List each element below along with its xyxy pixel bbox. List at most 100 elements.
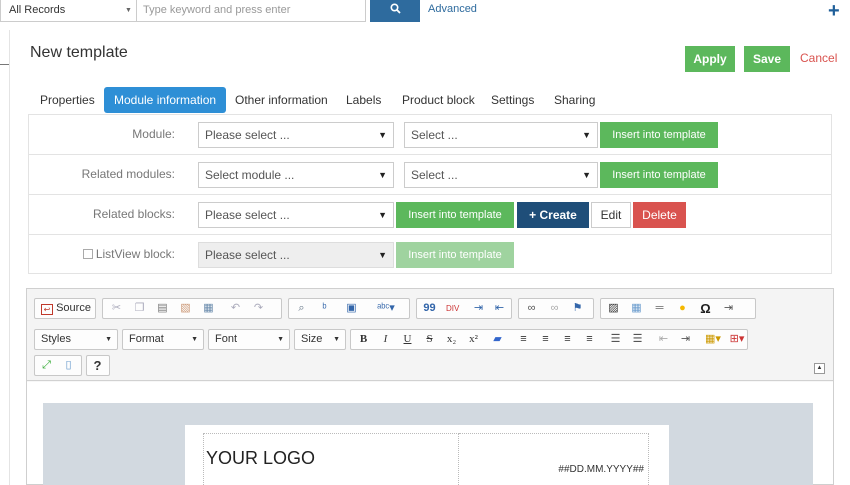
paste-word-icon[interactable]: ▦ <box>202 302 215 315</box>
paste-text-icon[interactable]: ▧ <box>179 302 192 315</box>
size-dropdown[interactable]: Size ▼ <box>294 329 346 350</box>
tab-module-information[interactable]: Module information <box>104 87 227 113</box>
search-button[interactable] <box>370 0 420 22</box>
smiley-icon[interactable]: ● <box>676 302 689 315</box>
apply-button[interactable]: Apply <box>685 46 735 72</box>
tab-product-block[interactable]: Product block <box>402 87 475 113</box>
tab-other-information[interactable]: Other information <box>235 87 328 113</box>
editor-content[interactable]: YOUR LOGO ##DD.MM.YYYY## <box>27 382 833 485</box>
redo-icon[interactable]: ↷ <box>252 302 265 315</box>
save-button[interactable]: Save <box>744 46 790 72</box>
link-icon[interactable]: ∞ <box>525 302 538 315</box>
source-label: Source <box>56 302 91 314</box>
insert-group: ▨ ▦ ═ ● Ω ⇥ <box>600 298 756 319</box>
align-justify-icon[interactable]: ≡ <box>583 333 596 346</box>
delete-block-button[interactable]: Delete <box>633 202 686 228</box>
indent-icon[interactable]: ⇥ <box>679 333 692 346</box>
font-dropdown[interactable]: Font ▼ <box>208 329 290 350</box>
text-color-icon[interactable]: ▦▾ <box>703 333 723 346</box>
help-icon[interactable]: ? <box>91 359 104 372</box>
tab-settings[interactable]: Settings <box>491 87 534 113</box>
strikethrough-icon[interactable]: S <box>423 333 436 346</box>
logo-cell[interactable]: YOUR LOGO <box>203 433 459 485</box>
related-field-select[interactable]: Select ... ▼ <box>404 162 598 188</box>
source-button[interactable]: ↩ Source <box>37 299 95 318</box>
superscript-icon[interactable]: x² <box>467 333 480 346</box>
related-module-select-value: Select module ... <box>205 168 295 182</box>
insert-related-block-button[interactable]: Insert into template <box>396 202 514 228</box>
module-select[interactable]: Please select ... ▼ <box>198 122 394 148</box>
show-blocks-icon[interactable]: ▯ <box>62 359 75 372</box>
numbered-list-icon[interactable]: ☰ <box>609 333 622 346</box>
quote-group: 99 DIV ⇥ ⇤ <box>416 298 512 319</box>
special-char-icon[interactable]: Ω <box>699 302 712 315</box>
unlink-icon[interactable]: ∞ <box>548 302 561 315</box>
bold-icon[interactable]: B <box>357 333 370 346</box>
tab-labels[interactable]: Labels <box>346 87 381 113</box>
bulleted-list-icon[interactable]: ☰ <box>631 333 644 346</box>
maximize-icon[interactable]: ⤢ <box>40 359 53 372</box>
horizontal-line-icon[interactable]: ═ <box>653 302 666 315</box>
related-modules-row: Related modules: Select module ... ▼ Sel… <box>29 155 831 195</box>
outdent-icon[interactable]: ⇤ <box>657 333 670 346</box>
undo-icon[interactable]: ↶ <box>229 302 242 315</box>
cut-icon[interactable]: ✂ <box>110 302 123 315</box>
align-center-icon[interactable]: ≡ <box>539 333 552 346</box>
underline-icon[interactable]: U <box>401 333 414 346</box>
tab-properties[interactable]: Properties <box>40 87 95 113</box>
remove-format-icon[interactable]: ▰ <box>491 333 504 346</box>
records-filter-select[interactable]: All Records ▼ <box>0 0 138 22</box>
edit-block-button[interactable]: Edit <box>591 202 631 228</box>
table-grid-icon[interactable]: ⊞▾ <box>727 333 747 346</box>
find-icon[interactable]: ⌕ <box>295 302 308 315</box>
styles-dropdown[interactable]: Styles ▼ <box>34 329 118 350</box>
tab-sharing[interactable]: Sharing <box>554 87 595 113</box>
insert-related-module-button[interactable]: Insert into template <box>600 162 718 188</box>
image-icon[interactable]: ▨ <box>607 302 620 315</box>
select-all-icon[interactable]: ▣ <box>345 302 358 315</box>
date-placeholder: ##DD.MM.YYYY## <box>558 464 644 475</box>
replace-icon[interactable]: ᵇ <box>318 302 331 315</box>
related-module-select[interactable]: Select module ... ▼ <box>198 162 394 188</box>
font-label: Font <box>215 333 238 345</box>
source-icon: ↩ <box>41 304 54 315</box>
format-group: B I U S x₂ x² ▰ ≡ ≡ ≡ ≡ ☰ ☰ ⇤ ⇥ ▦▾ ⊞▾ <box>350 329 748 350</box>
search-input[interactable]: Type keyword and press enter <box>136 0 366 22</box>
align-left-icon[interactable]: ≡ <box>517 333 530 346</box>
help-group: ? <box>86 355 110 376</box>
advanced-search-link[interactable]: Advanced <box>428 3 477 15</box>
chevron-down-icon: ▼ <box>191 336 198 343</box>
subscript-icon[interactable]: x₂ <box>445 333 458 346</box>
format-dropdown[interactable]: Format ▼ <box>122 329 204 350</box>
related-block-select[interactable]: Please select ... ▼ <box>198 202 394 228</box>
rtl-icon[interactable]: ⇤ <box>493 302 506 315</box>
paste-icon[interactable]: ▤ <box>156 302 169 315</box>
listview-checkbox[interactable] <box>82 249 93 259</box>
listview-block-select[interactable]: Please select ... ▼ <box>198 242 394 268</box>
insert-module-button[interactable]: Insert into template <box>600 122 718 148</box>
align-right-icon[interactable]: ≡ <box>561 333 574 346</box>
add-icon[interactable]: + <box>828 0 840 22</box>
date-cell[interactable]: ##DD.MM.YYYY## <box>459 433 649 485</box>
size-label: Size <box>301 333 323 345</box>
italic-icon[interactable]: I <box>379 333 392 346</box>
module-field-select[interactable]: Select ... ▼ <box>404 122 598 148</box>
spellcheck-icon[interactable]: ᵃᵇᶜ▾ <box>371 302 401 315</box>
create-block-button[interactable]: + Create <box>517 202 589 228</box>
ltr-icon[interactable]: ⇥ <box>472 302 485 315</box>
listview-block-text: ListView block: <box>95 247 175 261</box>
editor-toolbar: ↩ Source ✂ ❐ ▤ ▧ ▦ ↶ ↷ ⌕ ᵇ ▣ ᵃᵇᶜ▾ 99 DIV… <box>27 289 833 381</box>
table-icon[interactable]: ▦ <box>630 302 643 315</box>
related-blocks-label: Related blocks: <box>92 207 175 221</box>
div-icon[interactable]: DIV <box>446 302 459 315</box>
collapse-toolbar-icon[interactable]: ▲ <box>814 363 825 374</box>
anchor-icon[interactable]: ⚑ <box>571 302 584 315</box>
cancel-link[interactable]: Cancel <box>800 51 837 65</box>
related-field-select-value: Select ... <box>411 168 458 182</box>
page-break-icon[interactable]: ⇥ <box>722 302 735 315</box>
find-group: ⌕ ᵇ ▣ ᵃᵇᶜ▾ <box>288 298 410 319</box>
insert-listview-block-button[interactable]: Insert into template <box>396 242 514 268</box>
blockquote-icon[interactable]: 99 <box>423 302 436 315</box>
chevron-down-icon: ▼ <box>105 336 112 343</box>
copy-icon[interactable]: ❐ <box>133 302 146 315</box>
